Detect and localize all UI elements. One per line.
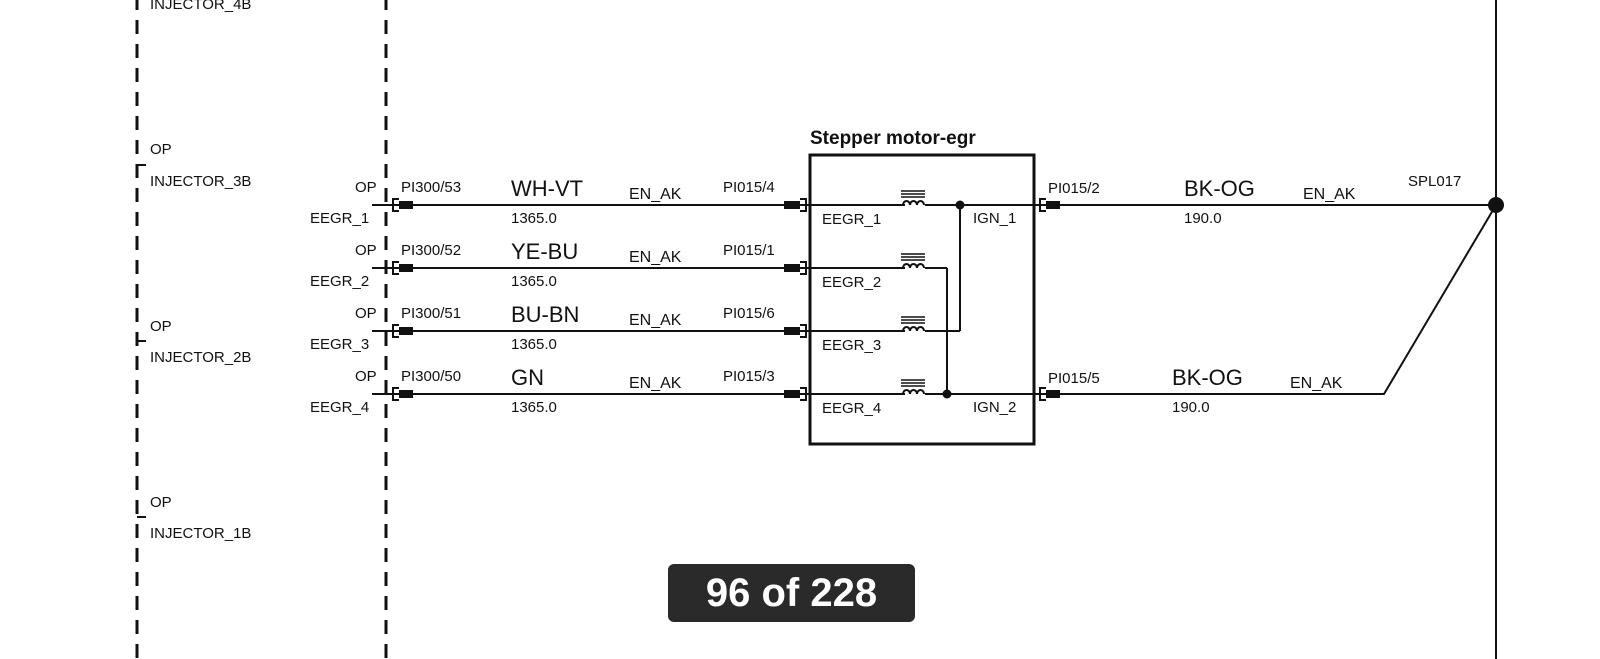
pin-label: PI300/53 bbox=[401, 179, 461, 196]
op-label: OP bbox=[355, 242, 377, 259]
op-label: OP bbox=[355, 179, 377, 196]
wire-length-label: 190.0 bbox=[1172, 399, 1210, 416]
wire-color-label: YE-BU bbox=[511, 239, 578, 264]
pin-label: PI015/4 bbox=[723, 179, 775, 196]
pin-label: EEGR_4 bbox=[310, 399, 369, 416]
pin-label: PI015/6 bbox=[723, 305, 775, 322]
injector-1b-label: INJECTOR_1B bbox=[150, 525, 251, 542]
ign-1-label: IGN_1 bbox=[973, 210, 1016, 227]
pin-label: PI015/2 bbox=[1048, 180, 1100, 197]
wire-length-label: 1365.0 bbox=[511, 273, 557, 290]
pin-label: PI300/51 bbox=[401, 305, 461, 322]
pin-label: PI015/1 bbox=[723, 242, 775, 259]
wire-color-label: BK-OG bbox=[1184, 176, 1255, 201]
ign-2-label: IGN_2 bbox=[973, 399, 1016, 416]
op-label: OP bbox=[150, 318, 172, 335]
wire-length-label: 1365.0 bbox=[511, 210, 557, 227]
pin-label: PI015/5 bbox=[1048, 370, 1100, 387]
page-counter: 96 of 228 bbox=[668, 564, 915, 622]
splice-label: SPL017 bbox=[1408, 173, 1461, 190]
injector-3b-label: INJECTOR_3B bbox=[150, 173, 251, 190]
internal-pin-label: EEGR_4 bbox=[822, 400, 881, 417]
op-label: OP bbox=[355, 305, 377, 322]
harness-label: EN_AK bbox=[629, 312, 682, 329]
op-label: OP bbox=[150, 494, 172, 511]
coil-icon bbox=[901, 379, 925, 395]
internal-pin-label: EEGR_2 bbox=[822, 274, 881, 291]
coil-icon bbox=[901, 253, 925, 269]
wire-color-label: BK-OG bbox=[1172, 365, 1243, 390]
wiring-diagram: INJECTOR_4B OP INJECTOR_3B OP INJECTOR_2… bbox=[135, 0, 1504, 659]
junction-dot bbox=[942, 389, 952, 399]
pin-label: EEGR_3 bbox=[310, 336, 369, 353]
injector-2b-label: INJECTOR_2B bbox=[150, 349, 251, 366]
wire-length-label: 190.0 bbox=[1184, 210, 1222, 227]
pin-label: PI300/52 bbox=[401, 242, 461, 259]
wire-color-label: WH-VT bbox=[511, 176, 583, 201]
component-title: Stepper motor-egr bbox=[810, 128, 976, 149]
pin-label: PI015/3 bbox=[723, 368, 775, 385]
internal-pin-label: EEGR_1 bbox=[822, 211, 881, 228]
harness-label: EN_AK bbox=[1303, 186, 1356, 203]
op-label: OP bbox=[355, 368, 377, 385]
wire-color-label: GN bbox=[511, 365, 544, 390]
splice-dot[interactable] bbox=[1488, 197, 1504, 213]
op-label: OP bbox=[150, 141, 172, 158]
coil-icon bbox=[901, 316, 925, 332]
wire-length-label: 1365.0 bbox=[511, 336, 557, 353]
harness-label: EN_AK bbox=[629, 249, 682, 266]
output-wire-ign-1[interactable] bbox=[1034, 198, 1496, 212]
pin-label: EEGR_2 bbox=[310, 273, 369, 290]
harness-label: EN_AK bbox=[1290, 375, 1343, 392]
wire-eegr-1[interactable] bbox=[372, 190, 1034, 212]
wire-color-label: BU-BN bbox=[511, 302, 579, 327]
injector-4b-label: INJECTOR_4B bbox=[150, 0, 251, 13]
output-wire-ign-2[interactable] bbox=[1034, 204, 1497, 401]
internal-pin-label: EEGR_3 bbox=[822, 337, 881, 354]
wire-eegr-4[interactable] bbox=[372, 379, 1034, 401]
wire-length-label: 1365.0 bbox=[511, 399, 557, 416]
junction-dot bbox=[955, 200, 965, 210]
harness-label: EN_AK bbox=[629, 186, 682, 203]
coil-icon bbox=[901, 190, 925, 206]
harness-label: EN_AK bbox=[629, 375, 682, 392]
pin-label: EEGR_1 bbox=[310, 210, 369, 227]
pin-label: PI300/50 bbox=[401, 368, 461, 385]
